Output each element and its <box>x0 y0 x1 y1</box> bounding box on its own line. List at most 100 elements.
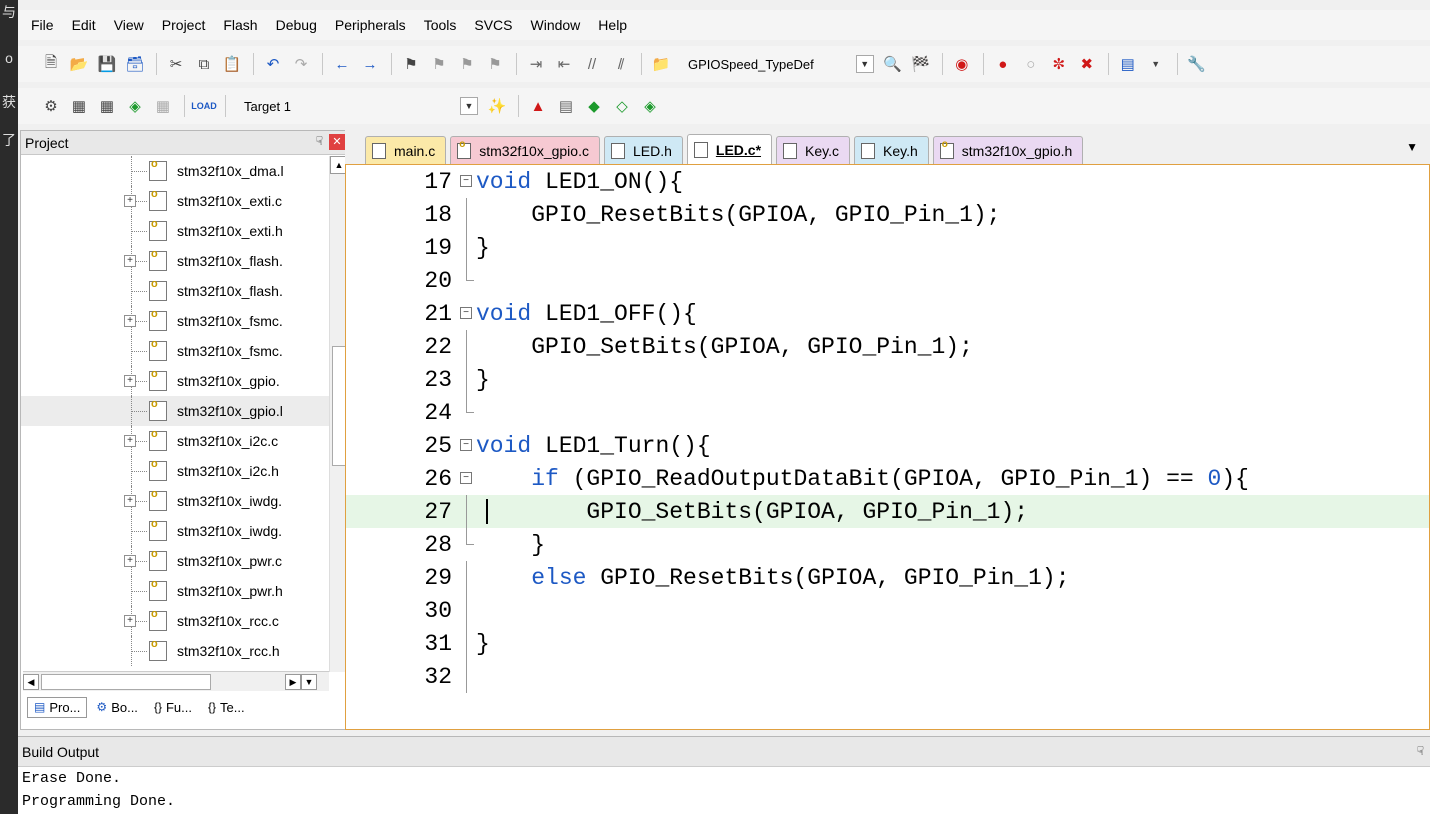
tree-item-file[interactable]: + stm32f10x_pwr.c <box>21 546 331 576</box>
tree-item-file[interactable]: stm32f10x_fsmc. <box>21 336 331 366</box>
tree-item-file[interactable]: + stm32f10x_flash. <box>21 246 331 276</box>
scroll-thumb[interactable] <box>41 673 211 690</box>
save-icon[interactable]: 💾 <box>94 51 120 77</box>
tree-item-file[interactable]: stm32f10x_flash. <box>21 276 331 306</box>
expand-icon[interactable]: + <box>124 195 136 207</box>
paste-icon[interactable]: 📋 <box>219 51 245 77</box>
tree-item-file[interactable]: stm32f10x_i2c.h <box>21 456 331 486</box>
menu-project[interactable]: Project <box>153 10 215 40</box>
tree-item-file[interactable]: stm32f10x_dma.l <box>21 156 331 186</box>
collapse-icon[interactable]: − <box>460 175 472 187</box>
tree-item-file[interactable]: + stm32f10x_rcc.c <box>21 606 331 636</box>
menu-tools[interactable]: Tools <box>415 10 466 40</box>
tab-templates[interactable]: {} Te... <box>201 697 252 718</box>
tab-file[interactable]: Key.c <box>776 136 850 164</box>
incremental-find-icon[interactable]: 🏁 <box>908 51 934 77</box>
target-combo[interactable]: Target 1 <box>238 94 448 118</box>
tree-item-file[interactable]: stm32f10x_rcc.h <box>21 636 331 666</box>
comment-icon[interactable]: // <box>579 51 605 77</box>
pack-installer-icon[interactable]: ◆ <box>581 93 607 119</box>
navigate-back-icon[interactable]: ← <box>329 51 355 77</box>
tree-item-file[interactable]: stm32f10x_iwdg. <box>21 516 331 546</box>
uncomment-icon[interactable]: /̸ <box>607 51 633 77</box>
target-options-icon[interactable]: ✨ <box>484 93 510 119</box>
tab-file[interactable]: LED.h <box>603 136 683 164</box>
save-all-icon[interactable]: 🗃 <box>122 51 148 77</box>
scroll-down-icon[interactable]: ▼ <box>301 673 317 690</box>
tree-item-file[interactable]: + stm32f10x_fsmc. <box>21 306 331 336</box>
scroll-right-icon[interactable]: ▶ <box>285 673 301 690</box>
menu-debug[interactable]: Debug <box>267 10 326 40</box>
bookmark-prev-icon[interactable]: ⚑ <box>426 51 452 77</box>
bookmark-next-icon[interactable]: ⚑ <box>454 51 480 77</box>
expand-icon[interactable]: + <box>124 435 136 447</box>
menu-file[interactable]: File <box>22 10 63 40</box>
expand-icon[interactable]: + <box>124 375 136 387</box>
tab-file[interactable]: main.c <box>365 136 447 164</box>
build-icon[interactable]: ▦ <box>66 93 92 119</box>
new-file-icon[interactable]: 🗎 <box>38 51 64 77</box>
tab-functions[interactable]: {} Fu... <box>147 697 199 718</box>
bookmark-clear-icon[interactable]: ⚑ <box>482 51 508 77</box>
expand-icon[interactable]: + <box>124 555 136 567</box>
tree-item-file[interactable]: stm32f10x_exti.h <box>21 216 331 246</box>
tab-list-dropdown-icon[interactable]: ▼ <box>1406 140 1418 154</box>
breakpoint-kill-all-icon[interactable]: ✖ <box>1074 51 1100 77</box>
tab-file[interactable]: Key.h <box>854 136 929 164</box>
collapse-icon[interactable]: − <box>460 472 472 484</box>
menu-peripherals[interactable]: Peripherals <box>326 10 415 40</box>
expand-icon[interactable]: + <box>124 255 136 267</box>
tree-item-file[interactable]: + stm32f10x_gpio. <box>21 366 331 396</box>
rebuild-icon[interactable]: ▦ <box>94 93 120 119</box>
collapse-icon[interactable]: − <box>460 439 472 451</box>
redo-icon[interactable]: ↷ <box>288 51 314 77</box>
window-layout-dropdown-icon[interactable]: ▼ <box>1143 51 1169 77</box>
manage-project-items-icon[interactable]: ▲ <box>525 93 551 119</box>
find-in-files-icon[interactable]: 📁 <box>648 51 674 77</box>
breakpoint-disable-icon[interactable]: ○ <box>1018 51 1044 77</box>
close-icon[interactable]: ✕ <box>329 134 345 150</box>
navigate-forward-icon[interactable]: → <box>357 51 383 77</box>
debug-session-icon[interactable]: ◉ <box>949 51 975 77</box>
menu-help[interactable]: Help <box>589 10 636 40</box>
expand-icon[interactable]: + <box>124 315 136 327</box>
tab-books[interactable]: ⚙ Bo... <box>89 697 145 718</box>
tree-item-file[interactable]: stm32f10x_gpio.l <box>21 396 331 426</box>
breakpoint-insert-icon[interactable]: ● <box>990 51 1016 77</box>
tree-item-file[interactable]: + stm32f10x_i2c.c <box>21 426 331 456</box>
stop-build-icon[interactable]: ▦ <box>150 93 176 119</box>
menu-svcs[interactable]: SVCS <box>465 10 521 40</box>
undo-icon[interactable]: ↶ <box>260 51 286 77</box>
tree-item-file[interactable]: stm32f10x_pwr.h <box>21 576 331 606</box>
scroll-thumb[interactable] <box>332 346 346 466</box>
unindent-icon[interactable]: ⇤ <box>551 51 577 77</box>
find-icon[interactable]: 🔍 <box>880 51 906 77</box>
tab-file[interactable]: stm32f10x_gpio.c <box>450 136 600 164</box>
project-tree-hscroll[interactable]: ◀ ▶ ▼ <box>23 671 329 691</box>
menu-edit[interactable]: Edit <box>63 10 105 40</box>
tab-file[interactable]: LED.c* <box>686 134 773 164</box>
bookmark-icon[interactable]: ⚑ <box>398 51 424 77</box>
configure-icon[interactable]: 🔧 <box>1184 51 1210 77</box>
cut-icon[interactable]: ✂ <box>163 51 189 77</box>
tree-item-file[interactable]: + stm32f10x_iwdg. <box>21 486 331 516</box>
symbol-combo-dropdown[interactable]: ▼ <box>855 52 874 76</box>
tab-project[interactable]: ▤ Pro... <box>27 696 88 718</box>
pin-icon[interactable]: ☟ <box>1417 744 1424 758</box>
manage-components-icon[interactable]: ◈ <box>637 93 663 119</box>
translate-icon[interactable]: ⚙ <box>38 93 64 119</box>
tree-item-file[interactable]: + stm32f10x_exti.c <box>21 186 331 216</box>
expand-icon[interactable]: + <box>124 615 136 627</box>
menu-flash[interactable]: Flash <box>214 10 266 40</box>
collapse-icon[interactable]: − <box>460 307 472 319</box>
copy-icon[interactable]: ⧉ <box>191 51 217 77</box>
expand-icon[interactable]: + <box>124 495 136 507</box>
download-load-icon[interactable]: LOAD <box>191 93 217 119</box>
breakpoint-disable-all-icon[interactable]: ✼ <box>1046 51 1072 77</box>
menu-window[interactable]: Window <box>522 10 590 40</box>
batch-build-icon[interactable]: ◈ <box>122 93 148 119</box>
scroll-left-icon[interactable]: ◀ <box>23 673 39 690</box>
select-packs-icon[interactable]: ◇ <box>609 93 635 119</box>
code-editor[interactable]: 17− void LED1_ON(){18 GPIO_ResetBits(GPIO… <box>345 164 1430 730</box>
window-layout-icon[interactable]: ▤ <box>1115 51 1141 77</box>
